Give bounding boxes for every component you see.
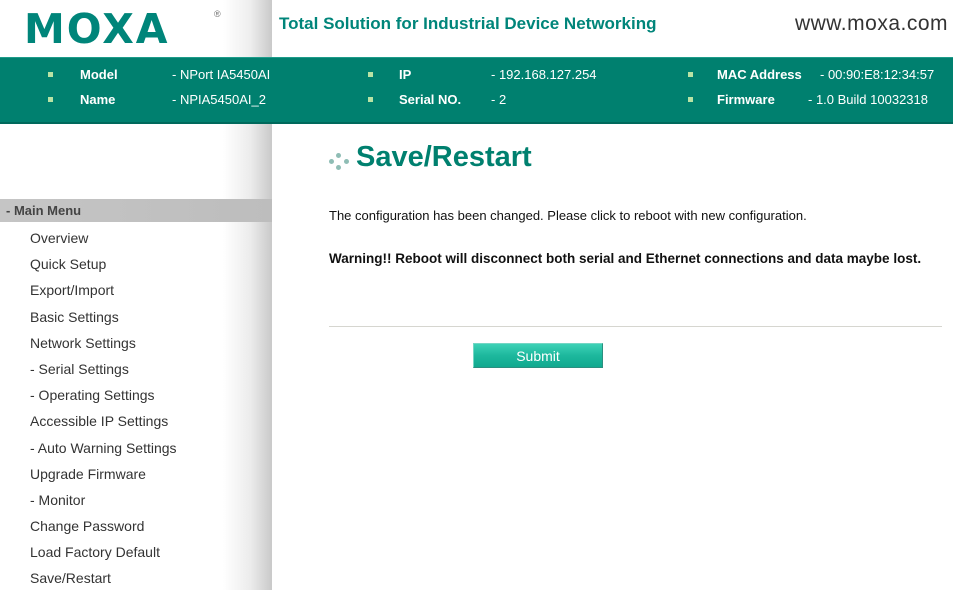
model-label: Model [80,67,118,82]
sidebar-item-basic-settings[interactable]: Basic Settings [30,304,177,330]
firmware-value: - 1.0 Build 10032318 [808,92,928,107]
main-menu-heading[interactable]: - Main Menu [0,199,272,222]
moxa-logo[interactable]: MOXA [24,6,170,52]
page-header: MOXA ® Total Solution for Industrial Dev… [0,0,953,57]
reboot-warning: Warning!! Reboot will disconnect both se… [329,251,922,266]
config-changed-message: The configuration has been changed. Plea… [329,208,807,223]
sidebar-item-operating-settings[interactable]: - Operating Settings [30,382,177,408]
sidebar-item-auto-warning-settings[interactable]: - Auto Warning Settings [30,435,177,461]
mac-address-label: MAC Address [717,67,802,82]
info-model: Model - NPort IA5450AI [0,64,300,86]
serial-no-value: - 2 [491,92,507,107]
info-firmware: Firmware - 1.0 Build 10032318 [684,89,953,111]
bullet-icon [368,97,373,102]
sidebar-item-overview[interactable]: Overview [30,225,177,251]
logo-area: MOXA ® [0,0,272,57]
title-dots-icon [329,153,355,173]
ip-value: - 192.168.127.254 [491,67,597,82]
serial-no-label: Serial NO. [399,92,462,107]
page-title-text: Save/Restart [356,141,532,173]
website-link[interactable]: www.moxa.com [795,12,948,36]
name-label: Name [80,92,116,107]
info-mac-address: MAC Address - 00:90:E8:12:34:57 [684,64,953,86]
info-ip: IP - 192.168.127.254 [364,64,684,86]
sidebar-item-accessible-ip-settings[interactable]: Accessible IP Settings [30,408,177,434]
info-serial-no: Serial NO. - 2 [364,89,684,111]
sidebar-item-load-factory-default[interactable]: Load Factory Default [30,539,177,565]
sidebar-item-change-password[interactable]: Change Password [30,513,177,539]
main-menu: Overview Quick Setup Export/Import Basic… [30,225,177,592]
mac-address-value: - 00:90:E8:12:34:57 [820,67,935,82]
sidebar-item-serial-settings[interactable]: - Serial Settings [30,356,177,382]
bullet-icon [48,72,53,77]
model-value: - NPort IA5450AI [172,67,271,82]
submit-button[interactable]: Submit [473,343,603,368]
divider [329,326,942,327]
bullet-icon [688,97,693,102]
sidebar-item-network-settings[interactable]: Network Settings [30,330,177,356]
sidebar-item-monitor[interactable]: - Monitor [30,487,177,513]
info-name: Name - NPIA5450AI_2 [0,89,300,111]
sidebar-item-save-restart[interactable]: Save/Restart [30,565,177,591]
ip-label: IP [399,67,412,82]
registered-mark: ® [214,9,221,19]
name-value: - NPIA5450AI_2 [172,92,266,107]
sidebar-item-quick-setup[interactable]: Quick Setup [30,251,177,277]
device-info-band: Model - NPort IA5450AI Name - NPIA5450AI… [0,57,953,124]
sidebar-item-upgrade-firmware[interactable]: Upgrade Firmware [30,461,177,487]
bullet-icon [688,72,693,77]
sidebar: - Main Menu Overview Quick Setup Export/… [0,124,272,590]
bullet-icon [48,97,53,102]
firmware-label: Firmware [717,92,775,107]
bullet-icon [368,72,373,77]
tagline: Total Solution for Industrial Device Net… [279,14,657,33]
sidebar-item-export-import[interactable]: Export/Import [30,277,177,303]
